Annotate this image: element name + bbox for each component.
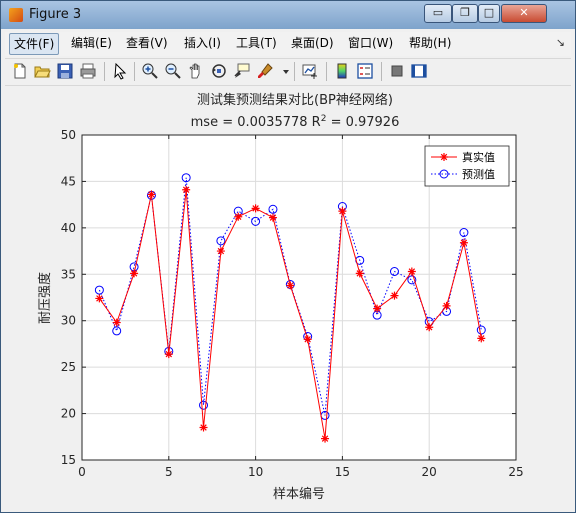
close-icon: ✕ [519, 6, 529, 19]
minimize-icon: ▭ [432, 6, 444, 19]
true-value-point [286, 281, 295, 290]
menu-file[interactable]: 文件(F) [9, 33, 60, 55]
title-bar[interactable]: Figure 3 ▭ ❐ □ ✕ [1, 1, 575, 29]
x-axis-label: 样本编号 [273, 487, 325, 502]
x-tick-label: 25 [508, 465, 523, 479]
open-file-icon[interactable] [33, 62, 51, 80]
chart-subtitle: mse = 0.0035778 R2 = 0.97926 [191, 114, 400, 130]
true-value-point [407, 267, 416, 276]
figure-window: Figure 3 ▭ ❐ □ ✕ 文件(F) 编辑(E) 查看(V) 插入(I)… [0, 0, 576, 513]
y-tick-label: 25 [61, 360, 76, 374]
menu-insert[interactable]: 插入(I) [180, 33, 225, 53]
hide-plot-tools-icon[interactable] [388, 62, 406, 80]
figure-canvas: 测试集预测结果对比(BP神经网络) mse = 0.0035778 R2 = 0… [5, 86, 571, 508]
menu-overflow-icon[interactable]: ↘ [556, 36, 565, 49]
true-value-point [303, 335, 312, 344]
insert-legend-icon[interactable] [356, 62, 374, 80]
chart-svg: 测试集预测结果对比(BP神经网络) mse = 0.0035778 R2 = 0… [37, 92, 524, 502]
menu-view[interactable]: 查看(V) [122, 33, 172, 53]
restore-button[interactable]: ❐ [452, 4, 478, 23]
toolbar-separator [381, 62, 382, 81]
y-tick-label: 30 [61, 314, 76, 328]
restore-icon: ❐ [460, 6, 470, 19]
menu-edit[interactable]: 编辑(E) [67, 33, 116, 53]
x-tick-label: 5 [165, 465, 173, 479]
true-value-point [425, 323, 434, 332]
show-plot-tools-icon[interactable] [410, 62, 428, 80]
true-value-point [95, 294, 104, 303]
brush-icon[interactable] [256, 62, 274, 80]
minimize-button[interactable]: ▭ [424, 4, 452, 23]
true-value-point [268, 213, 277, 222]
true-value-point [442, 301, 451, 310]
true-value-point [130, 269, 139, 278]
y-tick-label: 45 [61, 174, 76, 188]
y-tick-label: 35 [61, 267, 76, 281]
chart-title: 测试集预测结果对比(BP神经网络) [197, 92, 393, 108]
legend[interactable]: 真实值 预测值 [424, 145, 510, 187]
x-tick-label: 15 [335, 465, 350, 479]
menu-tools[interactable]: 工具(T) [232, 33, 281, 53]
true-value-point [355, 269, 364, 278]
zoom-in-icon[interactable] [141, 62, 159, 80]
new-figure-icon[interactable] [11, 62, 29, 80]
link-plot-icon[interactable] [301, 62, 319, 80]
toolbar-separator [326, 62, 327, 81]
window-title: Figure 3 [29, 7, 82, 22]
menu-window[interactable]: 窗口(W) [344, 33, 397, 53]
true-value-point [390, 291, 399, 300]
figure-toolbar [5, 58, 571, 86]
maximize-icon: □ [483, 6, 495, 19]
menu-desktop[interactable]: 桌面(D) [287, 33, 338, 53]
maximize-button[interactable]: □ [478, 4, 500, 23]
x-tick-label: 0 [78, 465, 86, 479]
legend-label-pred: 预测值 [462, 168, 495, 181]
data-cursor-icon[interactable] [233, 62, 251, 80]
true-value-point [199, 423, 208, 432]
menu-bar: 文件(F) 编辑(E) 查看(V) 插入(I) 工具(T) 桌面(D) 窗口(W… [5, 32, 571, 56]
insert-colorbar-icon[interactable] [333, 62, 351, 80]
toolbar-separator [134, 62, 135, 81]
close-button[interactable]: ✕ [501, 4, 547, 23]
toolbar-separator [294, 62, 295, 81]
y-tick-label: 50 [61, 128, 76, 142]
rotate-3d-icon[interactable] [210, 62, 228, 80]
y-tick-label: 15 [61, 453, 76, 467]
legend-marker-true [440, 153, 448, 161]
edit-plot-arrow-icon[interactable] [111, 62, 129, 80]
x-tick-label: 10 [248, 465, 263, 479]
true-value-point [373, 304, 382, 313]
true-value-point [164, 350, 173, 359]
legend-label-true: 真实值 [462, 150, 495, 164]
print-icon[interactable] [79, 62, 97, 80]
y-axis-label: 耐压强度 [37, 272, 53, 324]
y-tick-label: 20 [61, 407, 76, 421]
brush-dropdown-icon[interactable] [277, 62, 289, 80]
true-value-point [477, 334, 486, 343]
legend-star-marker [440, 153, 448, 161]
pan-hand-icon[interactable] [187, 62, 205, 80]
toolbar-separator [104, 62, 105, 81]
menu-help[interactable]: 帮助(H) [405, 33, 455, 53]
y-tick-label: 40 [61, 221, 76, 235]
zoom-out-icon[interactable] [164, 62, 182, 80]
matlab-logo-icon [9, 8, 23, 22]
x-tick-label: 20 [422, 465, 437, 479]
true-value-point [321, 434, 330, 443]
save-icon[interactable] [56, 62, 74, 80]
